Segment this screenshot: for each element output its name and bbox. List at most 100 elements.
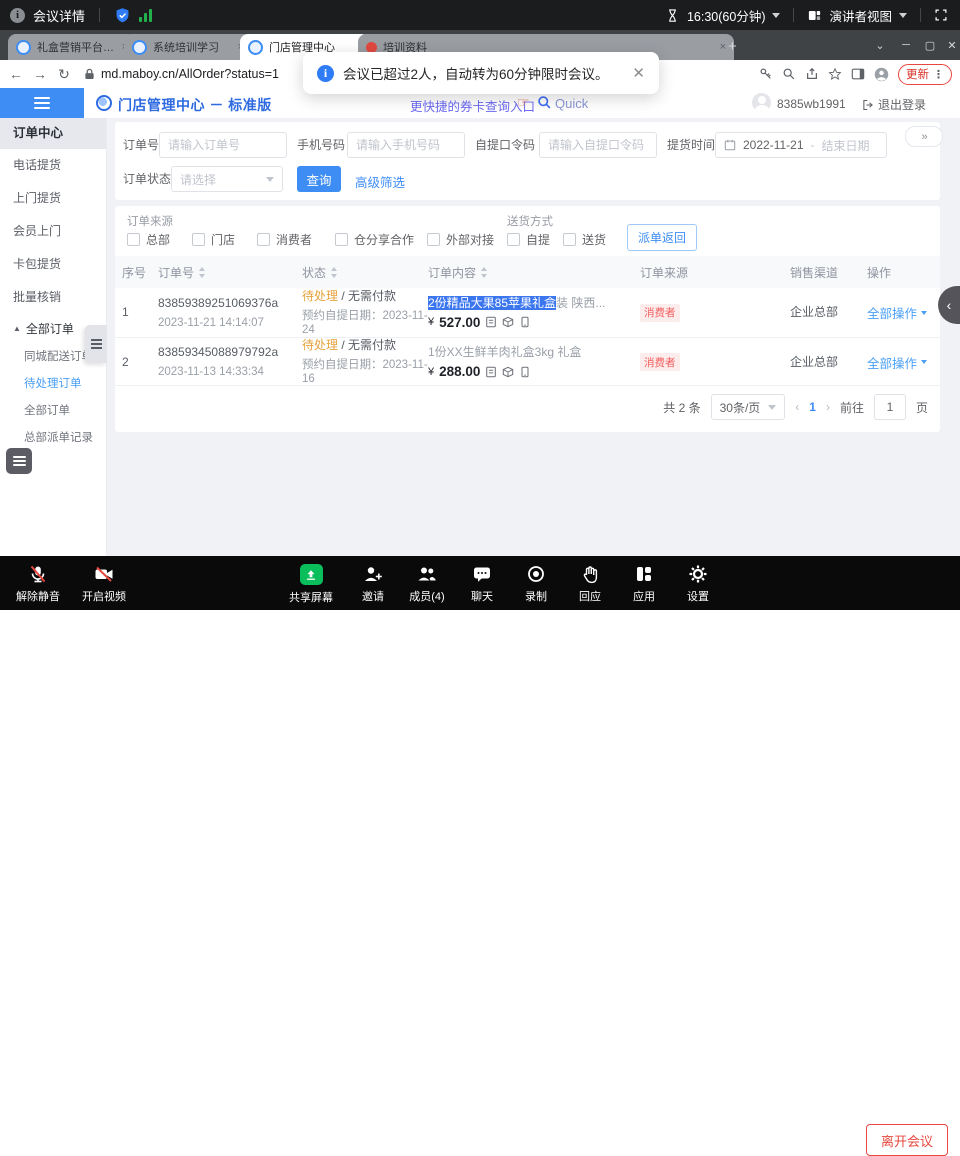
share-icon[interactable] [805, 67, 819, 81]
all-actions-dropdown[interactable]: 全部操作 [867, 353, 940, 372]
order-id[interactable]: 83859345088979792a [158, 345, 302, 360]
checkbox-icon[interactable] [192, 233, 205, 246]
checkbox-icon[interactable] [427, 233, 440, 246]
col-order-id[interactable]: 订单号 [158, 264, 302, 281]
browser-tab-1[interactable]: 礼盒营销平台管理中心 × [8, 34, 136, 60]
browser-menu-icon[interactable]: ⋮ [933, 68, 944, 81]
sidebar-item-card-pickup[interactable]: 卡包提货 [0, 248, 106, 281]
fullscreen-icon[interactable] [934, 8, 948, 22]
video-options-caret[interactable] [135, 1137, 145, 1147]
sidebar-item-batch-verify[interactable]: 批量核销 [0, 281, 106, 314]
order-status-select[interactable]: 请选择 [171, 166, 283, 192]
prev-page-icon[interactable]: ‹ [795, 400, 799, 414]
date-start-value[interactable]: 2022-11-21 [743, 138, 804, 152]
sidebar-section-order-center[interactable]: 订单中心 [0, 118, 106, 149]
checkbox-hq[interactable]: 总部 [127, 231, 170, 248]
view-dropdown-icon[interactable] [899, 13, 907, 18]
timer-dropdown-icon[interactable] [772, 13, 780, 18]
user-avatar[interactable] [752, 93, 771, 112]
collapse-panel-button[interactable]: » [905, 126, 943, 147]
new-tab-button[interactable]: + [728, 38, 737, 55]
all-actions-dropdown[interactable]: 全部操作 [867, 303, 940, 322]
next-page-icon[interactable]: › [826, 400, 830, 414]
window-minimize-button[interactable]: ─ [894, 30, 918, 60]
receipt-icon[interactable] [485, 316, 497, 328]
order-id[interactable]: 83859389251069376a [158, 296, 302, 311]
page-size-select[interactable]: 30条/页 [711, 394, 786, 420]
sort-icon[interactable] [198, 267, 206, 278]
security-shield-icon[interactable] [114, 7, 131, 24]
tab-search-icon[interactable]: ⌄ [868, 30, 892, 60]
leave-meeting-button[interactable]: 离开会议 [866, 1124, 948, 1156]
floating-list-button[interactable] [6, 448, 32, 474]
mic-options-caret[interactable] [67, 1137, 77, 1147]
col-status[interactable]: 状态 [302, 264, 428, 281]
bookmark-star-icon[interactable] [828, 67, 842, 81]
sort-icon[interactable] [330, 267, 338, 278]
sort-icon[interactable] [480, 267, 488, 278]
chat-button[interactable]: 聊天 [454, 564, 510, 604]
phone-icon[interactable] [519, 366, 531, 378]
logout-button[interactable]: 退出登录 [862, 96, 926, 113]
pickup-code-input[interactable] [539, 132, 657, 158]
checkbox-store[interactable]: 门店 [192, 231, 235, 248]
sidebar-toggle-button[interactable] [0, 88, 84, 118]
network-signal-icon[interactable] [139, 9, 152, 22]
checkbox-warehouse-share[interactable]: 仓分享合作 [335, 231, 414, 248]
quick-label[interactable]: Quick [555, 96, 588, 111]
sidebar-item-member-visit[interactable]: 会员上门 [0, 215, 106, 248]
start-video-button[interactable]: 开启视频 [76, 564, 132, 604]
sidebar-item-door-pickup[interactable]: 上门提货 [0, 182, 106, 215]
col-content[interactable]: 订单内容 [428, 264, 640, 281]
phone-input[interactable] [347, 132, 465, 158]
settings-button[interactable]: 设置 [670, 564, 726, 604]
checkbox-icon[interactable] [257, 233, 270, 246]
product-name-highlighted[interactable]: 2份精品大果85苹果礼盒 [428, 296, 556, 310]
zoom-icon[interactable] [782, 67, 796, 81]
sidebar-sub-all-orders[interactable]: 全部订单 [0, 398, 106, 425]
table-row[interactable]: 2 83859345088979792a 2023-11-13 14:33:34… [115, 338, 940, 386]
side-panel-icon[interactable] [851, 67, 865, 81]
checkbox-consumer[interactable]: 消费者 [257, 231, 312, 248]
checkbox-self-pickup[interactable]: 自提 [507, 231, 550, 248]
profile-avatar-icon[interactable] [874, 67, 889, 82]
browser-tab-2[interactable]: 系统培训学习 × [124, 34, 252, 60]
window-maximize-button[interactable]: ▢ [918, 30, 942, 60]
date-range-picker[interactable]: 2022-11-21 - 结束日期 [715, 132, 887, 158]
back-icon[interactable]: ← [4, 66, 28, 82]
unmute-button[interactable]: 解除静音 [10, 564, 66, 604]
react-button[interactable]: 回应 [562, 564, 618, 604]
receipt-icon[interactable] [485, 366, 497, 378]
reload-icon[interactable]: ↻ [52, 66, 76, 83]
sidebar-item-phone-pickup[interactable]: 电话提货 [0, 149, 106, 182]
table-row[interactable]: 1 83859389251069376a 2023-11-21 14:14:07… [115, 288, 940, 338]
record-button[interactable]: 录制 [508, 564, 564, 604]
members-button[interactable]: 成员(4) [399, 564, 455, 604]
date-end-placeholder[interactable]: 结束日期 [822, 137, 870, 154]
package-icon[interactable] [502, 366, 514, 378]
checkbox-icon[interactable] [563, 233, 576, 246]
package-icon[interactable] [502, 316, 514, 328]
apps-button[interactable]: 应用 [616, 564, 672, 604]
toast-close-icon[interactable]: ✕ [632, 64, 645, 82]
url-text[interactable]: md.maboy.cn/AllOrder?status=1 [101, 67, 279, 81]
invite-button[interactable]: 邀请 [345, 564, 401, 604]
checkbox-icon[interactable] [127, 233, 140, 246]
password-key-icon[interactable] [759, 67, 773, 81]
quick-search-icon[interactable] [537, 95, 552, 110]
sidebar-sub-pending-orders[interactable]: 待处理订单 [0, 371, 106, 398]
lock-icon[interactable] [84, 68, 95, 80]
tab-close-icon[interactable]: × [720, 41, 726, 53]
share-screen-button[interactable]: 共享屏幕 [283, 564, 339, 605]
browser-update-button[interactable]: 更新 ⋮ [898, 64, 952, 85]
view-mode-button[interactable]: 演讲者视图 [829, 6, 892, 25]
checkbox-icon[interactable] [335, 233, 348, 246]
share-options-caret[interactable] [341, 1137, 351, 1147]
forward-icon[interactable]: → [28, 66, 52, 82]
window-close-button[interactable]: ✕ [940, 30, 960, 60]
phone-icon[interactable] [519, 316, 531, 328]
current-page[interactable]: 1 [809, 400, 816, 414]
checkbox-icon[interactable] [507, 233, 520, 246]
meeting-details-button[interactable]: 会议详情 [33, 6, 85, 25]
goto-page-input[interactable] [874, 394, 906, 420]
